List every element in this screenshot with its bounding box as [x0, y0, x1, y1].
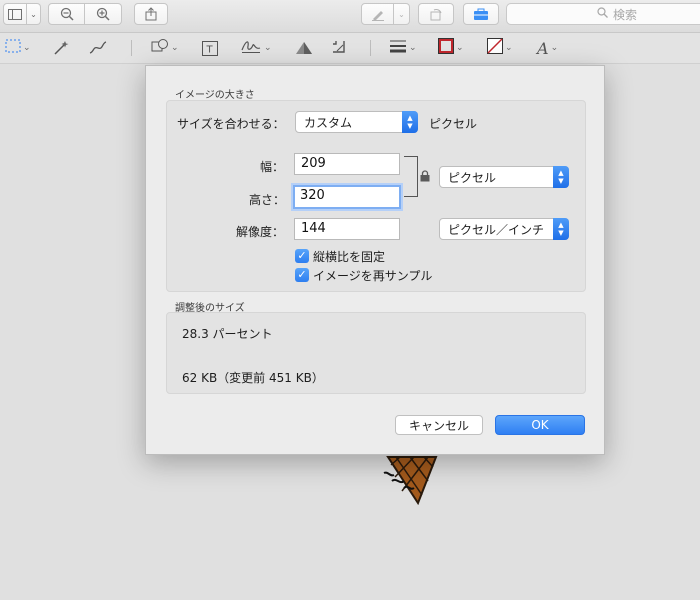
proportional-label: 縦横比を固定 [313, 250, 386, 264]
search-field[interactable]: 検索 [506, 3, 700, 25]
proportion-bracket [404, 156, 418, 197]
height-field[interactable]: 320 [293, 185, 401, 209]
text-icon[interactable]: T [202, 38, 218, 58]
toolbar-divider [131, 40, 132, 56]
chevron-down-icon: ⌄ [456, 43, 464, 53]
selection-icon [5, 39, 21, 57]
main-toolbar: ⌄ ⌄ 検索 [0, 0, 700, 33]
resolution-field[interactable]: 144 [294, 218, 400, 240]
fit-into-popup[interactable]: カスタム ▲ ▼ [295, 111, 418, 133]
resolution-unit-value: ピクセル／インチ [448, 222, 545, 237]
zoom-group [48, 3, 122, 25]
percent-value: 28.3 パーセント [182, 327, 273, 341]
border-color-icon [438, 38, 454, 58]
magic-wand-icon[interactable] [53, 38, 69, 58]
width-label: 幅： [260, 160, 285, 174]
chevron-down-icon: ⌄ [264, 43, 272, 53]
chevron-down-icon: ⌄ [505, 43, 513, 53]
cancel-button[interactable]: キャンセル [395, 415, 483, 435]
toolbar-divider [370, 40, 371, 56]
fill-color-icon [487, 38, 503, 58]
fit-into-label: サイズを合わせる： [177, 117, 285, 131]
size-unit-popup[interactable]: ピクセル ▲ ▼ [439, 166, 569, 188]
text-style-tool[interactable]: A ⌄ [537, 38, 558, 58]
resample-checkbox[interactable]: ✓ [295, 268, 309, 282]
popup-arrows-icon: ▲ ▼ [553, 218, 569, 240]
line-style-icon [389, 39, 407, 57]
width-field[interactable]: 209 [294, 153, 400, 175]
resample-label: イメージを再サンプル [313, 269, 433, 283]
markup-pen-icon[interactable] [361, 3, 394, 25]
image-size-dialog: イメージの大きさ サイズを合わせる： カスタム ▲ ▼ ピクセル 幅： 209 高… [145, 65, 605, 455]
zoom-in-icon[interactable] [85, 3, 122, 25]
signature-tool[interactable]: ⌄ [240, 38, 272, 58]
resolution-label: 解像度： [236, 225, 285, 239]
fit-into-unit: ピクセル [429, 117, 478, 131]
resolution-unit-popup[interactable]: ピクセル／インチ ▲ ▼ [439, 218, 569, 240]
line-style-tool[interactable]: ⌄ [389, 38, 417, 58]
markup-toggle[interactable]: ⌄ [361, 3, 410, 25]
height-label: 高さ： [249, 193, 286, 207]
view-menu[interactable]: ⌄ [3, 3, 41, 25]
toolbox-icon[interactable] [463, 3, 499, 25]
border-color-tool[interactable]: ⌄ [438, 38, 464, 58]
adjust-color-icon[interactable] [294, 38, 314, 58]
zoom-out-icon[interactable] [48, 3, 85, 25]
shapes-tool[interactable]: ⌄ [151, 38, 179, 58]
lock-icon [420, 170, 430, 185]
selection-tool[interactable]: ⌄ [5, 38, 31, 58]
markup-toolbar: ⌄ ⌄ T ⌄ ⌄ ⌄ ⌄ A ⌄ [0, 33, 700, 64]
rotate-icon[interactable] [418, 3, 454, 25]
popup-arrows-icon: ▲ ▼ [553, 166, 569, 188]
signature-icon [240, 38, 262, 58]
svg-text:T: T [206, 44, 214, 55]
popup-arrows-icon: ▲ ▼ [402, 111, 418, 133]
text-style-icon: A [537, 38, 549, 58]
search-icon [597, 7, 608, 21]
chevron-down-icon: ⌄ [171, 43, 179, 53]
chevron-down-icon: ⌄ [550, 43, 559, 53]
proportional-checkbox[interactable]: ✓ [295, 249, 309, 263]
share-icon[interactable] [134, 3, 168, 25]
file-size-value: 62 KB（変更前 451 KB） [182, 371, 324, 385]
ok-button[interactable]: OK [495, 415, 585, 435]
size-unit-value: ピクセル [448, 170, 497, 185]
fill-color-tool[interactable]: ⌄ [487, 38, 513, 58]
canvas-image [382, 455, 442, 506]
sidebar-icon[interactable] [3, 3, 27, 25]
section-title-image-size: イメージの大きさ [175, 90, 255, 101]
chevron-down-icon[interactable]: ⌄ [394, 3, 410, 25]
shapes-icon [151, 38, 169, 58]
chevron-down-icon: ⌄ [409, 43, 417, 53]
search-placeholder: 検索 [613, 7, 638, 22]
crop-icon[interactable] [332, 38, 348, 58]
chevron-down-icon: ⌄ [23, 43, 31, 53]
sketch-icon[interactable] [88, 38, 108, 58]
fit-into-value: カスタム [304, 115, 353, 130]
chevron-down-icon[interactable]: ⌄ [27, 3, 41, 25]
